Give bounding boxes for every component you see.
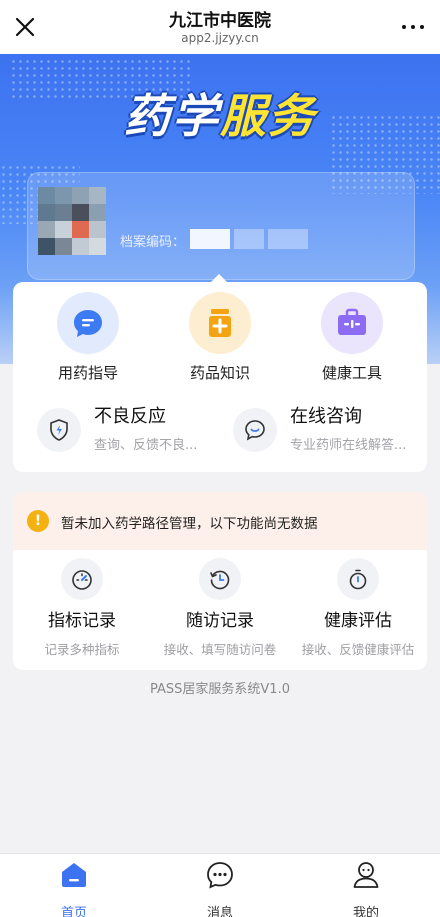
gauge-icon [61,558,103,600]
feature-online-consult[interactable]: 在线咨询 专业药师在线解答... [233,402,423,458]
feature-title: 在线咨询 [290,406,362,427]
path-followup-record[interactable]: 随访记录 接收、填写随访问卷 [151,558,289,658]
tab-mine[interactable]: 我的 [326,860,406,917]
home-icon [62,863,86,887]
warning-icon: ! [27,510,49,532]
page-url: app2.jjzyy.cn [181,31,259,45]
service-drug-knowledge[interactable]: 药品知识 [165,292,275,383]
tab-label: 我的 [352,906,379,917]
redacted-block [268,229,308,249]
path-indicator-record[interactable]: 指标记录 记录多种指标 [13,558,151,658]
feature-desc: 专业药师在线解答... [290,438,407,453]
title-bar: 九江市中医院 app2.jjzyy.cn [0,0,440,54]
more-menu-icon[interactable] [400,14,426,40]
avatar [38,187,106,255]
feature-desc: 查询、反馈不良... [94,438,198,453]
hero-title: 药学服务 [0,80,440,146]
record-label: 档案编码： [120,235,186,250]
redacted-block [190,229,230,249]
hero-title-yellow: 服务 [220,89,316,143]
redacted-block [234,229,264,249]
path-title: 指标记录 [48,611,116,631]
service-card: 用药指导 药品知识 健康工具 不良反应 查询、反馈不良... 在线咨询 专业药师… [13,282,427,472]
chat-bubble-icon [57,292,119,354]
stopwatch-icon [337,558,379,600]
page-title: 九江市中医院 [169,11,271,31]
bottom-tab-bar: 首页 消息 我的 [0,853,440,917]
path-desc: 记录多种指标 [44,642,120,657]
path-title: 随访记录 [186,611,254,631]
history-clock-icon [199,558,241,600]
service-health-tools[interactable]: 健康工具 [297,292,407,383]
notice-text: 暂未加入药学路径管理，以下功能尚无数据 [61,516,318,532]
feature-adverse-reaction[interactable]: 不良反应 查询、反馈不良... [37,402,227,458]
version-text: PASS居家服务系统V1.0 [150,682,290,697]
tab-home[interactable]: 首页 [34,860,114,917]
path-desc: 接收、填写随访问卷 [163,642,277,657]
service-label: 健康工具 [321,364,382,382]
profile-card[interactable]: 档案编码： [27,172,415,280]
toolbox-icon [321,292,383,354]
tab-label: 消息 [206,906,233,917]
message-icon [207,862,233,889]
user-icon [353,862,379,888]
tab-messages[interactable]: 消息 [180,860,260,917]
path-desc: 接收、反馈健康评估 [301,642,415,657]
hero-title-white: 药学 [124,89,220,143]
service-label: 药品知识 [189,364,250,382]
feature-title: 不良反应 [94,406,166,427]
path-health-assessment[interactable]: 健康评估 接收、反馈健康评估 [289,558,427,658]
shield-bolt-icon [37,408,81,452]
service-medication-guide[interactable]: 用药指导 [33,292,143,383]
chat-smile-icon [233,408,277,452]
service-label: 用药指导 [57,364,118,382]
notice-banner: ! 暂未加入药学路径管理，以下功能尚无数据 [13,492,427,550]
pharmacy-path-card: 指标记录 记录多种指标 随访记录 接收、填写随访问卷 健康评估 接收、反馈健康评… [13,550,427,670]
medicine-bottle-icon [189,292,251,354]
tab-label: 首页 [60,906,87,917]
path-title: 健康评估 [324,611,392,631]
